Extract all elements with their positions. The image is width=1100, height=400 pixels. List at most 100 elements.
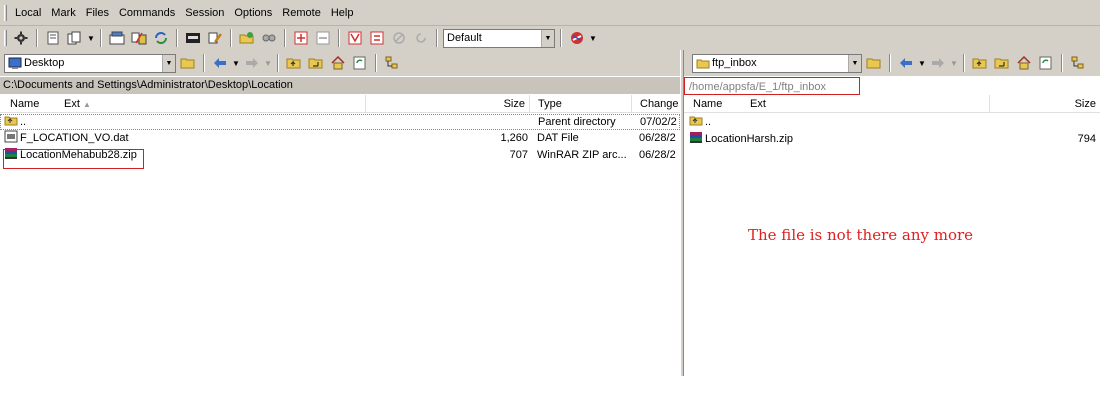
chevron-down-icon[interactable]: ▼ (162, 54, 175, 72)
toolbar-separator (203, 54, 205, 72)
parent-directory-icon[interactable] (970, 53, 990, 73)
zip-archive-icon (690, 132, 702, 143)
list-item[interactable]: .. (684, 114, 1100, 131)
forward-icon[interactable] (928, 53, 948, 73)
home-icon[interactable] (328, 53, 348, 73)
list-item[interactable]: LocationHarsh.zip 794 (684, 131, 1100, 148)
toolbar-separator (436, 29, 438, 47)
parent-directory-icon[interactable] (284, 53, 304, 73)
local-location-value: Desktop (24, 57, 65, 69)
root-directory-icon[interactable] (306, 53, 326, 73)
menu-commands[interactable]: Commands (114, 0, 180, 26)
toolbar-separator (284, 29, 286, 47)
remote-path-bar: /home/appsfa/E_1/ftp_inbox (684, 77, 860, 95)
toolbar-grip (4, 30, 7, 46)
toolbar-separator (176, 29, 178, 47)
local-location-select[interactable]: Desktop ▼ (4, 53, 176, 73)
gear-icon[interactable] (11, 28, 31, 48)
local-column-header: Name Ext ▲ Size Type Change (0, 94, 680, 113)
remote-location-select[interactable]: ftp_inbox ▼ (692, 53, 862, 73)
chevron-down-icon[interactable]: ▼ (848, 54, 861, 72)
terminal-icon[interactable] (43, 28, 63, 48)
menu-local[interactable]: Local (10, 0, 46, 26)
highlight-box-local-file (3, 149, 144, 169)
copy-icon[interactable] (65, 28, 85, 48)
menu-mark[interactable]: Mark (46, 0, 80, 26)
refresh-icon[interactable] (151, 28, 171, 48)
refresh-icon[interactable] (1036, 53, 1056, 73)
parent-folder-icon (4, 116, 18, 125)
sort-ascending-icon: ▲ (82, 99, 91, 109)
menu-files[interactable]: Files (81, 0, 114, 26)
column-size[interactable]: Size (990, 95, 1100, 113)
select-minus-icon[interactable] (313, 28, 333, 48)
restore-selection-icon[interactable] (411, 28, 431, 48)
menu-help[interactable]: Help (326, 0, 359, 26)
menubar-grip (4, 4, 7, 21)
blank-footer (0, 376, 1100, 400)
select-plus-icon[interactable] (291, 28, 311, 48)
menu-session[interactable]: Session (180, 0, 229, 26)
list-item[interactable]: F_LOCATION_VO.dat 1,260 DAT File 06/28/2 (0, 130, 680, 147)
column-ext[interactable]: Ext ▲ (60, 94, 366, 113)
column-name[interactable]: Name (684, 95, 744, 113)
local-nav-bar: Desktop ▼ ▼ ▼ (0, 50, 680, 76)
annotation-note: The file is not there any more (748, 226, 974, 244)
chevron-down-icon[interactable]: ▼ (87, 34, 95, 43)
folder-sync-icon[interactable] (237, 28, 257, 48)
column-type[interactable]: Type (530, 94, 632, 113)
toolbar-separator (277, 54, 279, 72)
remote-column-header: Name Ext Size (684, 94, 1100, 113)
chevron-down-icon[interactable]: ▼ (589, 34, 597, 43)
console-icon[interactable] (183, 28, 203, 48)
back-icon[interactable] (210, 53, 230, 73)
open-folder-icon[interactable] (864, 53, 884, 73)
preferences-icon[interactable] (567, 28, 587, 48)
root-directory-icon[interactable] (992, 53, 1012, 73)
chevron-down-icon[interactable]: ▼ (541, 29, 554, 47)
dat-file-icon (4, 130, 18, 143)
chevron-down-icon[interactable]: ▼ (264, 59, 272, 68)
home-icon[interactable] (1014, 53, 1034, 73)
transfer-icon[interactable] (129, 28, 149, 48)
list-item[interactable]: .. Parent directory 07/02/2 (0, 114, 680, 130)
tree-view-icon[interactable] (382, 53, 402, 73)
chevron-down-icon[interactable]: ▼ (950, 59, 958, 68)
transfer-settings-value: Default (447, 32, 482, 44)
remote-file-list[interactable]: .. LocationHarsh.zip 794 (684, 113, 1100, 375)
remote-nav-bar: ftp_inbox ▼ ▼ ▼ (684, 50, 1100, 76)
filter-icon[interactable] (345, 28, 365, 48)
desktop-icon (8, 57, 22, 69)
toolbar-separator (889, 54, 891, 72)
toolbar-separator (1061, 54, 1063, 72)
chevron-down-icon[interactable]: ▼ (918, 59, 926, 68)
toolbar-separator (560, 29, 562, 47)
edit-icon[interactable] (205, 28, 225, 48)
column-size[interactable]: Size (366, 94, 530, 113)
menu-remote[interactable]: Remote (277, 0, 326, 26)
tree-view-icon[interactable] (1068, 53, 1088, 73)
column-changed[interactable]: Change (632, 95, 680, 113)
local-path-bar: C:\Documents and Settings\Administrator\… (0, 77, 680, 94)
find-icon[interactable] (259, 28, 279, 48)
column-name[interactable]: Name (0, 95, 60, 113)
invert-selection-icon[interactable] (367, 28, 387, 48)
toolbar-separator (230, 29, 232, 47)
refresh-icon[interactable] (350, 53, 370, 73)
chevron-down-icon[interactable]: ▼ (232, 59, 240, 68)
transfer-settings-select[interactable]: Default ▼ (443, 28, 555, 48)
open-folder-icon[interactable] (178, 53, 198, 73)
remote-location-value: ftp_inbox (712, 57, 757, 69)
column-ext[interactable]: Ext (744, 94, 990, 113)
forward-icon[interactable] (242, 53, 262, 73)
toolbar-separator (375, 54, 377, 72)
main-toolbar: ▼ Default ▼ ▼ (0, 26, 1100, 50)
menu-options[interactable]: Options (229, 0, 277, 26)
back-icon[interactable] (896, 53, 916, 73)
toolbar-separator (963, 54, 965, 72)
menu-bar: Local Mark Files Commands Session Option… (0, 0, 1100, 26)
clear-selection-icon[interactable] (389, 28, 409, 48)
queue-icon[interactable] (107, 28, 127, 48)
toolbar-separator (338, 29, 340, 47)
toolbar-separator (36, 29, 38, 47)
